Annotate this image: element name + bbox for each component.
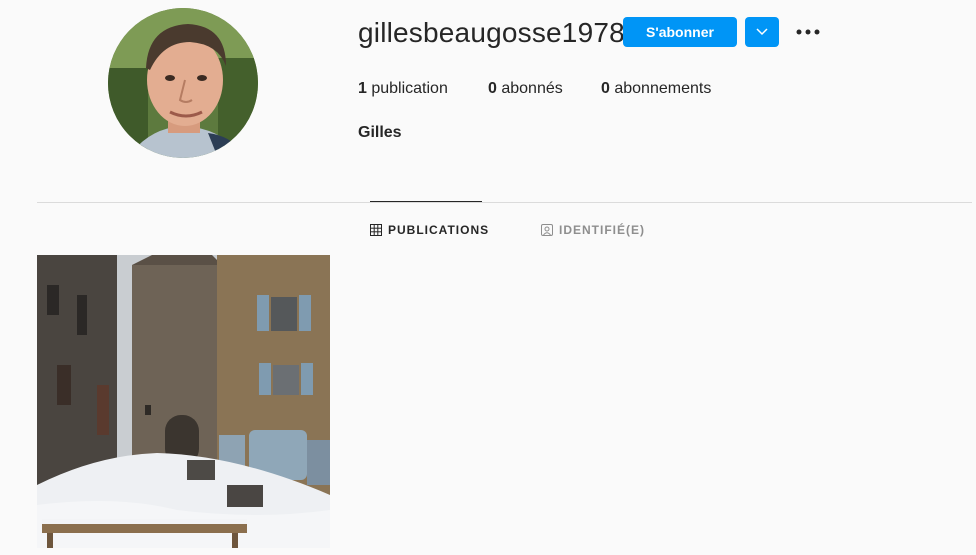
more-options-icon <box>796 29 820 35</box>
post-thumbnail[interactable] <box>37 255 330 548</box>
tab-publications-label: PUBLICATIONS <box>388 223 490 237</box>
following-count: 0 <box>601 80 610 97</box>
followers-count: 0 <box>488 80 497 97</box>
tagged-icon <box>541 224 553 236</box>
tab-tagged[interactable]: IDENTIFIÉ(E) <box>541 220 645 240</box>
full-name: Gilles <box>358 124 402 141</box>
active-tab-indicator <box>370 201 482 202</box>
grid-icon <box>370 224 382 236</box>
followers-stat[interactable]: 0 abonnés <box>488 79 601 99</box>
posts-count: 1 <box>358 80 367 97</box>
tab-publications[interactable]: PUBLICATIONS <box>370 220 489 240</box>
suggestions-dropdown-button[interactable] <box>745 17 779 47</box>
tabs-divider <box>37 202 972 203</box>
profile-stats: 1 publication 0 abonnés 0 abonnements <box>358 79 711 99</box>
following-label: abonnements <box>609 80 712 97</box>
tab-tagged-label: IDENTIFIÉ(E) <box>559 223 645 237</box>
avatar[interactable] <box>108 8 258 158</box>
avatar-photo <box>108 8 258 158</box>
post-photo <box>37 255 330 548</box>
username: gillesbeaugosse1978 <box>358 17 625 48</box>
posts-label: publication <box>366 80 448 97</box>
follow-button[interactable]: S'abonner <box>623 17 737 47</box>
chevron-down-icon <box>756 28 768 36</box>
posts-stat: 1 publication <box>358 79 488 99</box>
more-options-button[interactable] <box>794 20 822 44</box>
following-stat[interactable]: 0 abonnements <box>601 79 711 99</box>
followers-label: abonnés <box>496 80 563 97</box>
